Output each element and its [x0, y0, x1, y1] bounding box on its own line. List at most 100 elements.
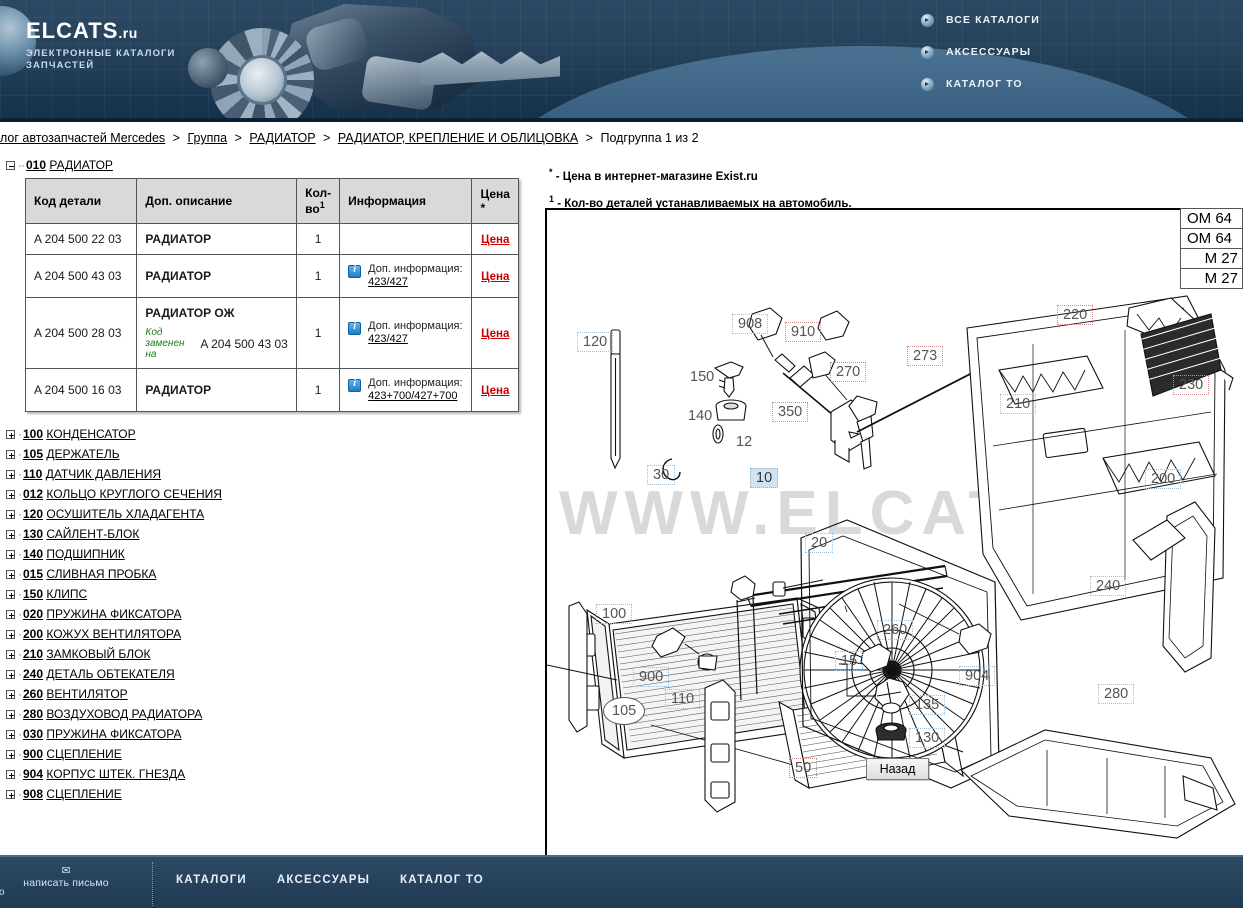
- diagram-label-230[interactable]: 230: [1173, 375, 1210, 395]
- info-link[interactable]: 423/427: [368, 333, 408, 345]
- table-row[interactable]: A 204 500 22 03 РАДИАТОР 1 Цена: [24, 223, 519, 255]
- tree-item-150[interactable]: · 150 КЛИПС: [6, 584, 545, 604]
- tree-item-900[interactable]: · 900 СЦЕПЛЕНИЕ: [6, 744, 545, 764]
- plus-box-icon[interactable]: [6, 690, 15, 699]
- plus-box-icon[interactable]: [6, 730, 15, 739]
- plus-box-icon[interactable]: [6, 450, 15, 459]
- plus-box-icon[interactable]: [6, 670, 15, 679]
- diagram-label-350[interactable]: 350: [772, 402, 809, 422]
- diagram-label-120[interactable]: 120: [577, 332, 614, 352]
- tree-item-code: 100: [23, 427, 44, 441]
- info-link[interactable]: 423/427: [368, 276, 408, 288]
- exploded-parts-diagram[interactable]: WWW.ELCATS.RU 120 150 140 908 910 12 350…: [545, 208, 1243, 906]
- info-label: Доп. информация:: [368, 377, 463, 389]
- tree-item-908[interactable]: · 908 СЦЕПЛЕНИЕ: [6, 784, 545, 804]
- diagram-label-273[interactable]: 273: [907, 346, 944, 366]
- engine-code-row[interactable]: M 27: [1180, 248, 1243, 269]
- plus-box-icon[interactable]: [6, 750, 15, 759]
- breadcrumb-item-catalog[interactable]: лог автозапчастей Mercedes: [0, 131, 165, 145]
- breadcrumb-item-subgroup[interactable]: РАДИАТОР, КРЕПЛЕНИЕ И ОБЛИЦОВКА: [338, 131, 578, 145]
- site-logo[interactable]: ELCATS.ru ЭЛЕКТРОННЫЕ КАТАЛОГИ ЗАПЧАСТЕЙ: [26, 20, 175, 72]
- tree-item-105[interactable]: · 105 ДЕРЖАТЕЛЬ: [6, 444, 545, 464]
- tree-item-100[interactable]: · 100 КОНДЕНСАТОР: [6, 424, 545, 444]
- tree-item-110[interactable]: · 110 ДАТЧИК ДАВЛЕНИЯ: [6, 464, 545, 484]
- plus-box-icon[interactable]: [6, 610, 15, 619]
- breadcrumb-item-group[interactable]: Группа: [187, 131, 227, 145]
- plus-box-icon[interactable]: [6, 710, 15, 719]
- table-row[interactable]: A 204 500 43 03 РАДИАТОР 1 Доп. информац…: [24, 254, 519, 298]
- diagram-label-140[interactable]: 140: [682, 406, 718, 426]
- tree-item-904[interactable]: · 904 КОРПУС ШТЕК. ГНЕЗДА: [6, 764, 545, 784]
- tree-item-030[interactable]: · 030 ПРУЖИНА ФИКСАТОРА: [6, 724, 545, 744]
- tree-item-210[interactable]: · 210 ЗАМКОВЫЙ БЛОК: [6, 644, 545, 664]
- plus-box-icon[interactable]: [6, 570, 15, 579]
- tree-item-012[interactable]: · 012 КОЛЬЦО КРУГЛОГО СЕЧЕНИЯ: [6, 484, 545, 504]
- diagram-label-900[interactable]: 900: [633, 667, 670, 687]
- diagram-label-15[interactable]: 15: [835, 651, 864, 671]
- plus-box-icon[interactable]: [6, 550, 15, 559]
- diagram-label-10[interactable]: 10: [750, 468, 779, 488]
- tree-item-260[interactable]: · 260 ВЕНТИЛЯТОР: [6, 684, 545, 704]
- footer-nav-item-accessories[interactable]: АКСЕССУАРЫ: [277, 874, 370, 886]
- diagram-label-240[interactable]: 240: [1090, 576, 1127, 596]
- tree-item-140[interactable]: · 140 ПОДШИПНИК: [6, 544, 545, 564]
- diagram-label-12[interactable]: 12: [730, 432, 758, 452]
- footer-nav-item-service-catalog[interactable]: КАТАЛОГ ТО: [400, 874, 484, 886]
- engine-code-row[interactable]: OM 64: [1180, 208, 1243, 229]
- header-nav-item-service-catalog[interactable]: КАТАЛОГ ТО: [921, 70, 1171, 98]
- diagram-label-100[interactable]: 100: [596, 604, 633, 624]
- plus-box-icon[interactable]: [6, 790, 15, 799]
- tree-item-240[interactable]: · 240 ДЕТАЛЬ ОБТЕКАТЕЛЯ: [6, 664, 545, 684]
- plus-box-icon[interactable]: [6, 650, 15, 659]
- plus-box-icon[interactable]: [6, 590, 15, 599]
- price-link[interactable]: Цена: [481, 385, 509, 397]
- diagram-label-150[interactable]: 150: [684, 367, 720, 387]
- tree-dots: ·: [18, 467, 22, 481]
- diagram-label-20[interactable]: 20: [805, 533, 834, 553]
- diagram-label-200[interactable]: 200: [1145, 469, 1182, 489]
- diagram-label-30[interactable]: 30: [647, 465, 676, 485]
- price-link[interactable]: Цена: [481, 271, 509, 283]
- header-nav-item-accessories[interactable]: АКСЕССУАРЫ: [921, 38, 1171, 66]
- diagram-label-280[interactable]: 280: [1098, 684, 1135, 704]
- diagram-label-130[interactable]: 130: [909, 728, 946, 748]
- back-button[interactable]: Назад: [865, 758, 930, 780]
- plus-box-icon[interactable]: [6, 490, 15, 499]
- footer-write-letter-label[interactable]: написать письмо: [0, 877, 132, 889]
- tree-item-120[interactable]: · 120 ОСУШИТЕЛЬ ХЛАДАГЕНТА: [6, 504, 545, 524]
- plus-box-icon[interactable]: [6, 510, 15, 519]
- diagram-label-260[interactable]: 260: [877, 620, 914, 640]
- engine-code-row[interactable]: OM 64: [1180, 228, 1243, 249]
- tree-item-020[interactable]: · 020 ПРУЖИНА ФИКСАТОРА: [6, 604, 545, 624]
- breadcrumb-item-radiator[interactable]: РАДИАТОР: [249, 131, 315, 145]
- diagram-label-210[interactable]: 210: [1000, 394, 1037, 414]
- tree-item-200[interactable]: · 200 КОЖУХ ВЕНТИЛЯТОРА: [6, 624, 545, 644]
- diagram-label-910[interactable]: 910: [785, 322, 822, 342]
- engine-code-row[interactable]: M 27: [1180, 268, 1243, 289]
- plus-box-icon[interactable]: [6, 430, 15, 439]
- footer-contact[interactable]: енную ✉ написать письмо: [0, 865, 132, 898]
- tree-item-015[interactable]: · 015 СЛИВНАЯ ПРОБКА: [6, 564, 545, 584]
- diagram-label-105[interactable]: 105: [603, 697, 646, 725]
- diagram-label-220[interactable]: 220: [1057, 305, 1094, 325]
- diagram-label-270[interactable]: 270: [830, 362, 867, 382]
- diagram-label-135[interactable]: 135: [909, 695, 946, 715]
- plus-box-icon[interactable]: [6, 530, 15, 539]
- table-row[interactable]: A 204 500 16 03 РАДИАТОР 1 Доп. информац…: [24, 368, 519, 412]
- price-link[interactable]: Цена: [481, 234, 509, 246]
- table-row[interactable]: A 204 500 28 03 РАДИАТОР ОЖ Код заменен …: [24, 297, 519, 369]
- diagram-label-110[interactable]: 110: [665, 689, 701, 709]
- plus-box-icon[interactable]: [6, 470, 15, 479]
- header-nav-item-all-catalogs[interactable]: ВСЕ КАТАЛОГИ: [921, 6, 1171, 34]
- footer-nav-item-catalogs[interactable]: КАТАЛОГИ: [176, 874, 247, 886]
- plus-box-icon[interactable]: [6, 630, 15, 639]
- info-link[interactable]: 423+700/427+700: [368, 390, 457, 402]
- plus-box-icon[interactable]: [6, 770, 15, 779]
- tree-item-280[interactable]: · 280 ВОЗДУХОВОД РАДИАТОРА: [6, 704, 545, 724]
- price-link[interactable]: Цена: [481, 328, 509, 340]
- tree-item-130[interactable]: · 130 САЙЛЕНТ-БЛОК: [6, 524, 545, 544]
- tree-node-open-010[interactable]: ·· 010 РАДИАТОР: [6, 158, 545, 172]
- diagram-label-908[interactable]: 908: [732, 314, 769, 334]
- diagram-label-904[interactable]: 904: [959, 666, 996, 686]
- minus-box-icon[interactable]: [6, 161, 15, 170]
